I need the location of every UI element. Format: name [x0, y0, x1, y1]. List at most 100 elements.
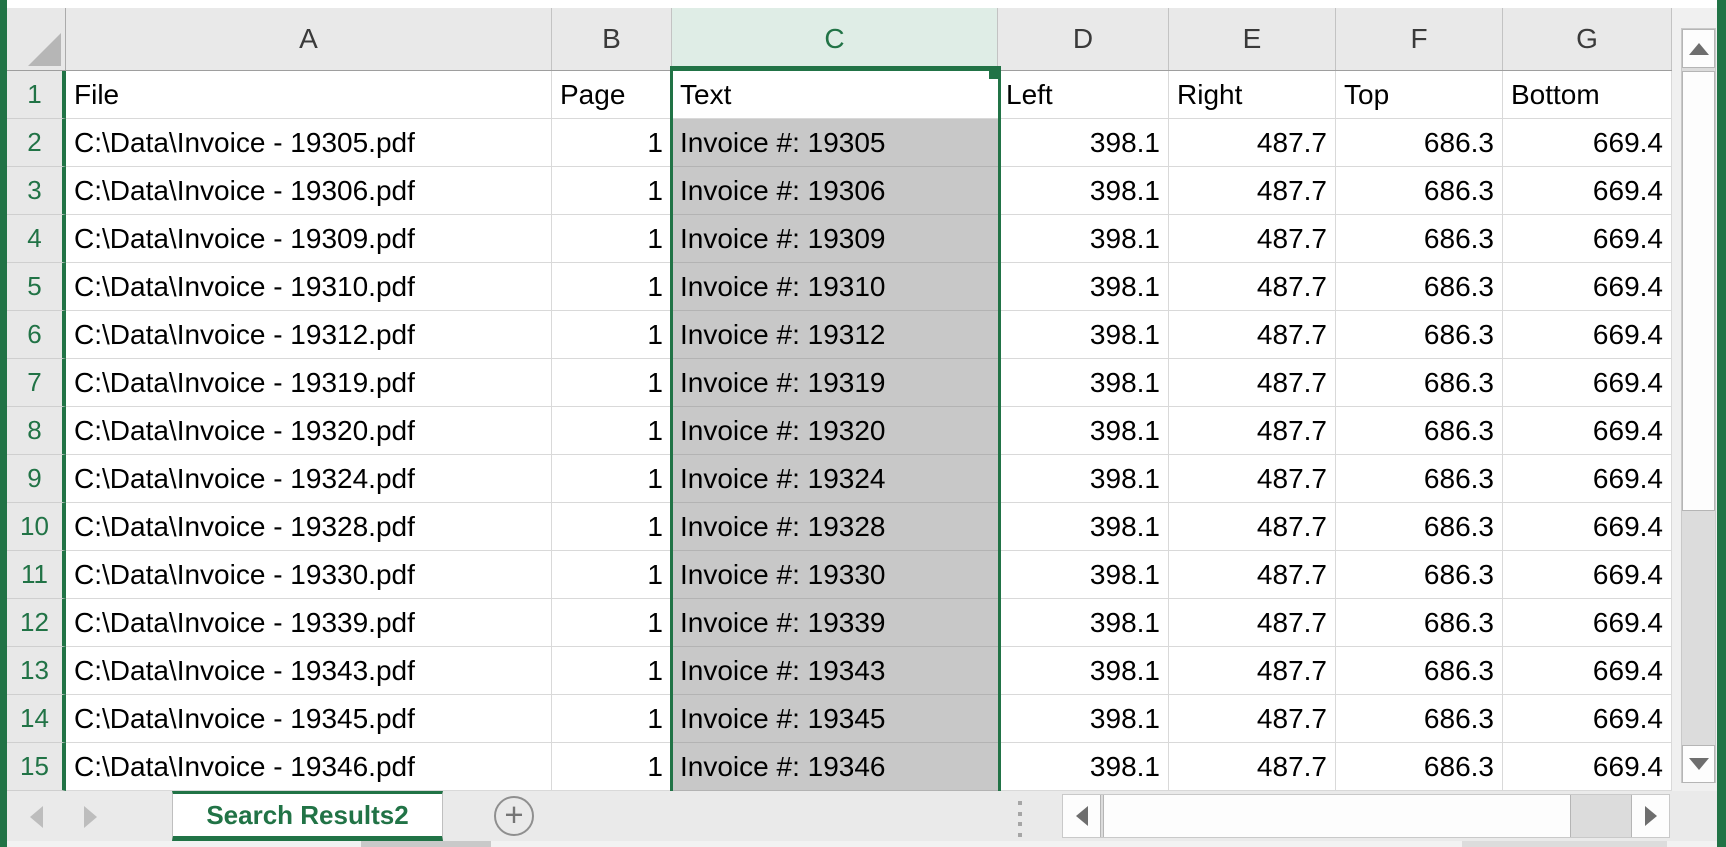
cell-G1[interactable]: Bottom	[1503, 71, 1672, 119]
cell-D5[interactable]: 398.1	[998, 263, 1169, 311]
cell-B1[interactable]: Page	[552, 71, 672, 119]
cell-B13[interactable]: 1	[552, 647, 672, 695]
cell-G12[interactable]: 669.4	[1503, 599, 1672, 647]
cell-C10[interactable]: Invoice #: 19328	[672, 503, 998, 551]
row-header-12[interactable]: 12	[7, 599, 66, 647]
sheet-tab-search-results2[interactable]: Search Results2	[172, 791, 443, 841]
row-header-15[interactable]: 15	[7, 743, 66, 791]
cell-C13[interactable]: Invoice #: 19343	[672, 647, 998, 695]
cell-E9[interactable]: 487.7	[1169, 455, 1336, 503]
cell-A9[interactable]: C:\Data\Invoice - 19324.pdf	[66, 455, 552, 503]
cell-E2[interactable]: 487.7	[1169, 119, 1336, 167]
cell-D2[interactable]: 398.1	[998, 119, 1169, 167]
cell-G6[interactable]: 669.4	[1503, 311, 1672, 359]
cell-A4[interactable]: C:\Data\Invoice - 19309.pdf	[66, 215, 552, 263]
cell-A15[interactable]: C:\Data\Invoice - 19346.pdf	[66, 743, 552, 791]
cell-F6[interactable]: 686.3	[1336, 311, 1503, 359]
cell-D10[interactable]: 398.1	[998, 503, 1169, 551]
cell-B6[interactable]: 1	[552, 311, 672, 359]
row-header-8[interactable]: 8	[7, 407, 66, 455]
cell-E8[interactable]: 487.7	[1169, 407, 1336, 455]
cell-C9[interactable]: Invoice #: 19324	[672, 455, 998, 503]
cell-G7[interactable]: 669.4	[1503, 359, 1672, 407]
cell-A5[interactable]: C:\Data\Invoice - 19310.pdf	[66, 263, 552, 311]
cell-D15[interactable]: 398.1	[998, 743, 1169, 791]
cell-A2[interactable]: C:\Data\Invoice - 19305.pdf	[66, 119, 552, 167]
cell-A11[interactable]: C:\Data\Invoice - 19330.pdf	[66, 551, 552, 599]
column-header-D[interactable]: D	[998, 8, 1169, 70]
row-header-2[interactable]: 2	[7, 119, 66, 167]
cell-C12[interactable]: Invoice #: 19339	[672, 599, 998, 647]
scroll-right-button[interactable]	[1631, 795, 1669, 837]
row-header-5[interactable]: 5	[7, 263, 66, 311]
cell-E6[interactable]: 487.7	[1169, 311, 1336, 359]
cell-C14[interactable]: Invoice #: 19345	[672, 695, 998, 743]
cell-E12[interactable]: 487.7	[1169, 599, 1336, 647]
cell-B10[interactable]: 1	[552, 503, 672, 551]
cell-D3[interactable]: 398.1	[998, 167, 1169, 215]
column-header-B[interactable]: B	[552, 8, 672, 70]
cell-C6[interactable]: Invoice #: 19312	[672, 311, 998, 359]
drag-grip-icon[interactable]	[1018, 801, 1024, 837]
cell-A13[interactable]: C:\Data\Invoice - 19343.pdf	[66, 647, 552, 695]
cell-D11[interactable]: 398.1	[998, 551, 1169, 599]
row-header-4[interactable]: 4	[7, 215, 66, 263]
cell-F13[interactable]: 686.3	[1336, 647, 1503, 695]
cell-C2[interactable]: Invoice #: 19305	[672, 119, 998, 167]
cell-E5[interactable]: 487.7	[1169, 263, 1336, 311]
cell-A3[interactable]: C:\Data\Invoice - 19306.pdf	[66, 167, 552, 215]
cell-D1[interactable]: Left	[998, 71, 1169, 119]
column-header-E[interactable]: E	[1169, 8, 1336, 70]
cell-B11[interactable]: 1	[552, 551, 672, 599]
row-header-1[interactable]: 1	[7, 71, 66, 119]
row-header-11[interactable]: 11	[7, 551, 66, 599]
cell-C4[interactable]: Invoice #: 19309	[672, 215, 998, 263]
cell-C7[interactable]: Invoice #: 19319	[672, 359, 998, 407]
row-header-7[interactable]: 7	[7, 359, 66, 407]
cell-B2[interactable]: 1	[552, 119, 672, 167]
row-header-3[interactable]: 3	[7, 167, 66, 215]
row-header-13[interactable]: 13	[7, 647, 66, 695]
row-header-6[interactable]: 6	[7, 311, 66, 359]
scroll-left-button[interactable]	[1063, 795, 1101, 837]
cell-E15[interactable]: 487.7	[1169, 743, 1336, 791]
row-header-14[interactable]: 14	[7, 695, 66, 743]
cell-D7[interactable]: 398.1	[998, 359, 1169, 407]
cell-F12[interactable]: 686.3	[1336, 599, 1503, 647]
cell-D4[interactable]: 398.1	[998, 215, 1169, 263]
cell-A14[interactable]: C:\Data\Invoice - 19345.pdf	[66, 695, 552, 743]
cell-B8[interactable]: 1	[552, 407, 672, 455]
cell-G4[interactable]: 669.4	[1503, 215, 1672, 263]
cell-F1[interactable]: Top	[1336, 71, 1503, 119]
sheet-nav-prev-button[interactable]	[30, 806, 44, 828]
scroll-down-button[interactable]	[1682, 745, 1715, 783]
cell-G11[interactable]: 669.4	[1503, 551, 1672, 599]
cell-C8[interactable]: Invoice #: 19320	[672, 407, 998, 455]
cell-D12[interactable]: 398.1	[998, 599, 1169, 647]
scroll-up-button[interactable]	[1682, 29, 1715, 68]
cell-F11[interactable]: 686.3	[1336, 551, 1503, 599]
vertical-scrollbar[interactable]	[1681, 28, 1716, 783]
cell-A8[interactable]: C:\Data\Invoice - 19320.pdf	[66, 407, 552, 455]
cell-B7[interactable]: 1	[552, 359, 672, 407]
column-header-A[interactable]: A	[66, 8, 552, 70]
cell-G2[interactable]: 669.4	[1503, 119, 1672, 167]
sheet-nav-next-button[interactable]	[84, 806, 98, 828]
cell-G9[interactable]: 669.4	[1503, 455, 1672, 503]
cell-G13[interactable]: 669.4	[1503, 647, 1672, 695]
select-all-button[interactable]	[7, 8, 66, 70]
cell-G10[interactable]: 669.4	[1503, 503, 1672, 551]
row-header-10[interactable]: 10	[7, 503, 66, 551]
cell-B12[interactable]: 1	[552, 599, 672, 647]
horizontal-scrollbar[interactable]	[1062, 794, 1670, 838]
cell-D9[interactable]: 398.1	[998, 455, 1169, 503]
cell-D8[interactable]: 398.1	[998, 407, 1169, 455]
column-header-G[interactable]: G	[1503, 8, 1672, 70]
cell-C3[interactable]: Invoice #: 19306	[672, 167, 998, 215]
horizontal-scrollbar-thumb[interactable]	[1103, 795, 1571, 837]
cell-G14[interactable]: 669.4	[1503, 695, 1672, 743]
cell-E1[interactable]: Right	[1169, 71, 1336, 119]
cell-E4[interactable]: 487.7	[1169, 215, 1336, 263]
cell-A12[interactable]: C:\Data\Invoice - 19339.pdf	[66, 599, 552, 647]
cell-F14[interactable]: 686.3	[1336, 695, 1503, 743]
